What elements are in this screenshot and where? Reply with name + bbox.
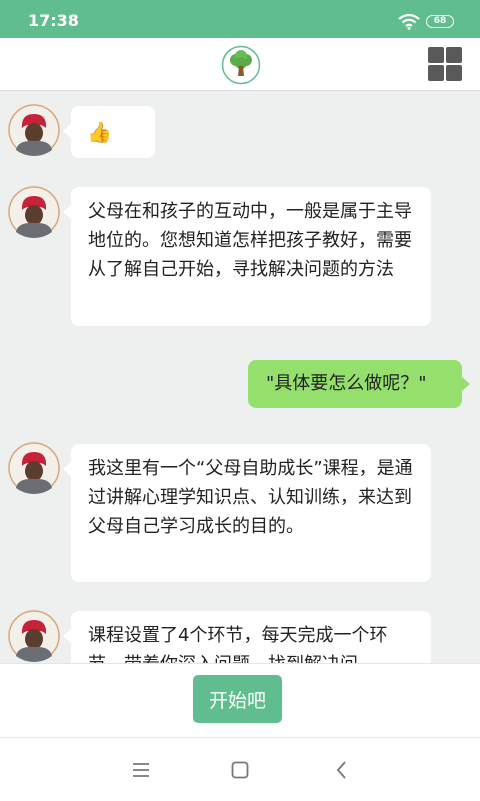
avatar[interactable]	[8, 186, 60, 238]
back-icon[interactable]	[330, 758, 354, 782]
grid-menu-icon[interactable]	[428, 47, 462, 81]
battery-indicator: 68	[426, 15, 454, 28]
avatar[interactable]	[8, 104, 60, 156]
system-nav-bar	[0, 737, 480, 801]
message-text: 我这里有一个“父母自助成长”课程，是通过讲解心理学知识点、认知训练，来达到父母自…	[88, 458, 413, 537]
message-bubble: 👍	[63, 106, 155, 158]
message-bubble: 父母在和孩子的互动中，一般是属于主导地位的。您想知道怎样把孩子教好，需要从了解自…	[63, 187, 431, 326]
message-text: "具体要怎么做呢？"	[266, 373, 427, 394]
message-text: 课程设置了4个环节，每天完成一个环节，带着你深入问题，找到解决问	[88, 625, 388, 663]
grid-cell	[428, 65, 444, 81]
status-time: 17:38	[28, 11, 79, 30]
home-icon[interactable]	[228, 758, 252, 782]
chat-area[interactable]: 👍 父母在和孩子的互动中，一般是属于主导地位的。您想知道怎样把孩子教好，需要从了…	[0, 91, 480, 663]
avatar[interactable]	[8, 442, 60, 494]
sent-message-bubble: "具体要怎么做呢？"	[248, 360, 470, 408]
status-bar: 17:38 68	[0, 0, 480, 38]
message-text: 父母在和孩子的互动中，一般是属于主导地位的。您想知道怎样把孩子教好，需要从了解自…	[88, 201, 412, 280]
start-button[interactable]: 开始吧	[193, 675, 282, 723]
top-bar	[0, 38, 480, 91]
grid-cell	[446, 65, 462, 81]
avatar[interactable]	[8, 610, 60, 662]
grid-cell	[446, 47, 462, 63]
message-bubble: 我这里有一个“父母自助成长”课程，是通过讲解心理学知识点、认知训练，来达到父母自…	[63, 444, 431, 582]
bottom-action-bar: 开始吧	[0, 663, 480, 738]
thumbs-up-emoji: 👍	[87, 120, 112, 144]
menu-icon[interactable]	[129, 758, 153, 782]
wifi-icon	[398, 14, 420, 30]
grid-cell	[428, 47, 444, 63]
message-bubble: 课程设置了4个环节，每天完成一个环节，带着你深入问题，找到解决问	[63, 611, 431, 663]
tree-logo-icon[interactable]	[221, 45, 261, 85]
